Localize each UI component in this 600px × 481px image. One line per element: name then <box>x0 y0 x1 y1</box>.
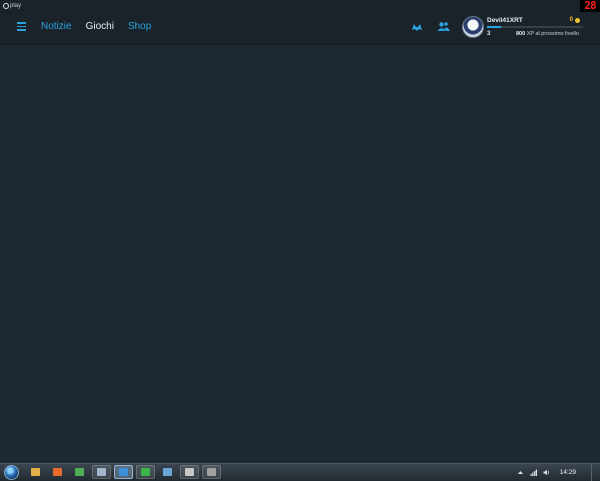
coins-value: 0 <box>569 17 573 23</box>
folder-icon <box>31 468 40 476</box>
main-nav: Notizie Giochi Shop <box>41 21 151 32</box>
steam-icon <box>97 468 106 476</box>
hamburger-menu-button[interactable] <box>17 22 26 31</box>
friends-icon[interactable] <box>437 20 450 32</box>
uplay-logo-icon <box>3 3 9 9</box>
tool-icon <box>185 468 194 476</box>
uplay-logo-label: play <box>10 3 22 9</box>
uplay-window: play 28 Notizie Giochi Shop Devil41XRT 0… <box>0 0 600 466</box>
taskbar-item[interactable] <box>92 465 111 479</box>
coins-balance: 0 <box>570 17 580 23</box>
uplay-icon <box>119 468 128 476</box>
chrome-icon <box>75 468 84 476</box>
top-bar: play 28 Notizie Giochi Shop Devil41XRT 0… <box>0 0 600 45</box>
system-tray: 14:29 <box>517 465 576 480</box>
taskbar-item[interactable] <box>158 465 177 479</box>
username: Devil41XRT <box>487 17 523 24</box>
nav-games[interactable]: Giochi <box>86 21 114 32</box>
xp-needed: 800 <box>516 31 526 37</box>
media-icon <box>53 468 62 476</box>
show-desktop-button[interactable] <box>591 464 600 481</box>
player-level: 3 <box>487 31 491 37</box>
hamburger-line <box>17 29 26 31</box>
volume-icon[interactable] <box>543 469 550 476</box>
xp-progress-bar <box>487 26 583 28</box>
network-icon[interactable] <box>530 469 537 476</box>
clock[interactable]: 14:29 <box>560 469 576 476</box>
taskbar-apps <box>26 465 221 479</box>
uplay-logo: play <box>3 3 21 9</box>
coin-icon <box>575 17 580 23</box>
taskbar-item[interactable] <box>26 465 45 479</box>
avatar[interactable] <box>462 16 484 38</box>
tray-expand-icon[interactable] <box>517 469 524 476</box>
profile-panel[interactable]: Devil41XRT 0 3 800 XP al prossimo livell… <box>462 14 598 42</box>
window-icon <box>163 468 172 476</box>
hamburger-line <box>17 25 26 27</box>
green-app-icon <box>141 468 150 476</box>
gamepad-icon[interactable] <box>411 20 423 32</box>
hamburger-line <box>17 22 26 24</box>
taskbar-item[interactable] <box>180 465 199 479</box>
main-content <box>0 45 600 463</box>
start-button[interactable] <box>4 465 19 480</box>
taskbar-item[interactable] <box>202 465 221 479</box>
fps-counter: 28 <box>580 0 600 12</box>
windows-taskbar: 14:29 <box>0 463 600 481</box>
taskbar-item[interactable] <box>70 465 89 479</box>
nav-news[interactable]: Notizie <box>41 21 72 32</box>
taskbar-item[interactable] <box>48 465 67 479</box>
xp-progress-fill <box>487 26 502 28</box>
nav-shop[interactable]: Shop <box>128 21 151 32</box>
xp-suffix: XP al prossimo livello <box>526 31 579 37</box>
xp-info: 800 XP al prossimo livello <box>516 31 579 37</box>
taskbar-item[interactable] <box>136 465 155 479</box>
game-icon <box>207 468 216 476</box>
taskbar-item[interactable] <box>114 465 133 479</box>
